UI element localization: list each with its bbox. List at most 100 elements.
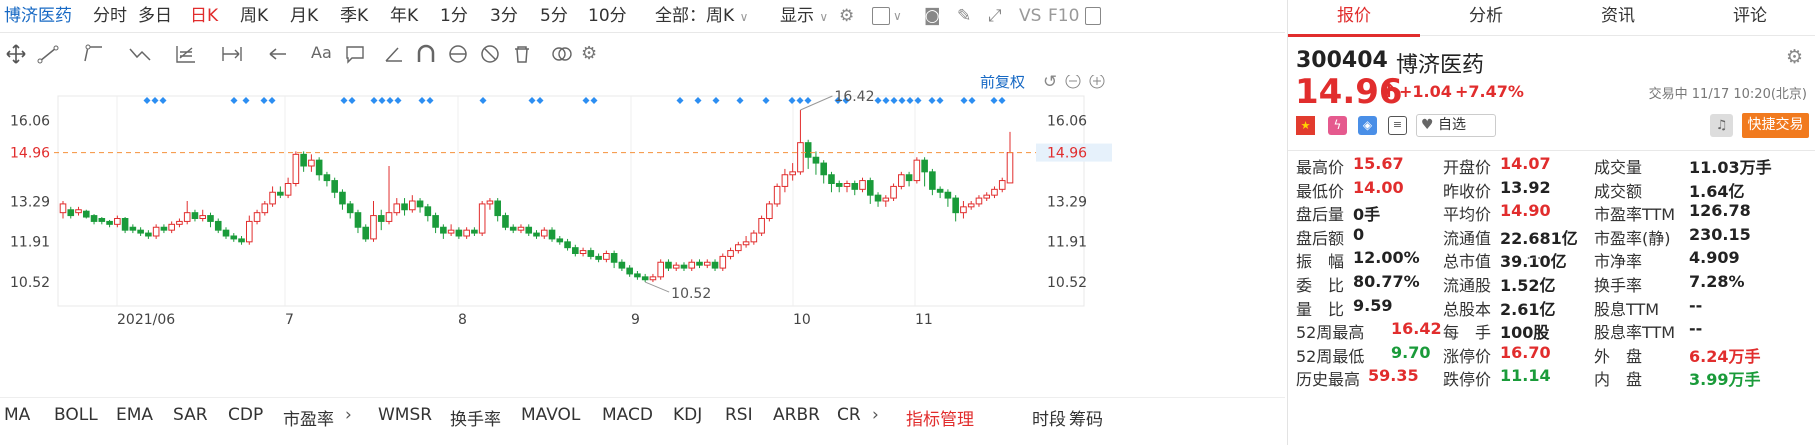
candle[interactable] xyxy=(634,273,641,278)
wave-tool-icon[interactable] xyxy=(128,43,152,65)
candle[interactable] xyxy=(960,206,967,214)
candle[interactable] xyxy=(377,215,385,222)
indicator-tab[interactable]: EMA xyxy=(116,405,153,425)
candle[interactable] xyxy=(750,232,758,243)
candle[interactable] xyxy=(766,203,773,220)
candle[interactable] xyxy=(323,174,331,182)
candle[interactable] xyxy=(929,171,936,190)
candle[interactable] xyxy=(393,203,401,214)
indicator-tab[interactable]: MA xyxy=(4,405,30,425)
candle[interactable] xyxy=(525,226,533,234)
period-tab[interactable]: 1分 xyxy=(440,5,468,27)
camera-icon[interactable]: ◙ xyxy=(924,5,941,27)
tab-analysis[interactable]: 分析 xyxy=(1420,0,1552,36)
candle[interactable] xyxy=(742,241,750,246)
candle[interactable] xyxy=(533,232,540,237)
candle[interactable] xyxy=(292,153,300,185)
tag-icon[interactable]: ◈ xyxy=(1358,116,1377,135)
period-tab[interactable]: 10分 xyxy=(588,5,627,27)
candle[interactable] xyxy=(711,261,719,269)
candle[interactable] xyxy=(183,212,191,222)
candle[interactable] xyxy=(424,206,432,217)
candle[interactable] xyxy=(300,153,307,167)
pencil-icon[interactable]: ✎ xyxy=(957,5,971,27)
candle[interactable] xyxy=(315,159,323,176)
candle[interactable] xyxy=(773,185,781,205)
candle[interactable] xyxy=(447,229,455,234)
candle[interactable] xyxy=(137,229,144,234)
candle[interactable] xyxy=(494,200,501,217)
link-draw-icon[interactable] xyxy=(446,43,470,65)
candle[interactable] xyxy=(556,238,564,243)
candle[interactable] xyxy=(129,226,137,231)
quick-trade-button[interactable]: 快捷交易 xyxy=(1742,113,1809,138)
hide-drawings-icon[interactable] xyxy=(478,43,502,65)
candle[interactable] xyxy=(463,229,470,237)
candle[interactable] xyxy=(680,264,688,269)
panel-toggle-icon[interactable] xyxy=(1085,7,1101,25)
candle[interactable] xyxy=(572,247,579,255)
comment-tool-icon[interactable] xyxy=(343,43,367,65)
fullscreen-icon[interactable]: ⤢ xyxy=(988,5,1002,27)
text-tool-icon[interactable]: Aa xyxy=(311,43,335,65)
candle[interactable] xyxy=(587,250,595,257)
candle[interactable] xyxy=(284,183,292,196)
candle[interactable] xyxy=(82,210,90,218)
indicator-tab[interactable]: BOLL xyxy=(54,405,98,425)
period-tab-active[interactable]: 日K xyxy=(190,5,218,27)
candle[interactable] xyxy=(890,185,897,199)
candle[interactable] xyxy=(641,276,649,281)
candle[interactable] xyxy=(975,197,983,205)
candle[interactable] xyxy=(277,191,284,196)
candle[interactable] xyxy=(121,218,129,231)
gear-icon[interactable]: ⚙ xyxy=(581,43,605,65)
indicator-tab[interactable]: ARBR xyxy=(773,405,820,425)
candle[interactable] xyxy=(160,226,168,231)
candle[interactable] xyxy=(595,255,602,260)
chevron-down-icon[interactable]: ∨ xyxy=(893,5,902,27)
candle[interactable] xyxy=(362,226,370,240)
candle[interactable] xyxy=(432,215,439,228)
candle[interactable] xyxy=(67,209,75,217)
candle[interactable] xyxy=(214,220,222,231)
indicator-tab[interactable]: 市盈率 xyxy=(283,405,334,430)
candle[interactable] xyxy=(797,142,804,173)
tab-comments[interactable]: 评论 xyxy=(1684,0,1815,36)
candle[interactable] xyxy=(152,226,160,237)
indicator-tab[interactable]: RSI xyxy=(725,405,753,425)
candle[interactable] xyxy=(245,220,253,243)
candle[interactable] xyxy=(199,215,207,219)
indicator-tab[interactable]: SAR xyxy=(173,405,208,425)
candle[interactable] xyxy=(564,241,571,249)
chevron-right-icon[interactable]: › xyxy=(345,405,352,425)
candle[interactable] xyxy=(603,253,610,260)
candle[interactable] xyxy=(455,229,463,237)
candle[interactable] xyxy=(346,203,354,214)
candle[interactable] xyxy=(440,226,447,234)
period-tab[interactable]: 年K xyxy=(390,5,418,27)
candle[interactable] xyxy=(354,212,362,228)
indicator-tab[interactable]: MACD xyxy=(602,405,653,425)
tab-quote[interactable]: 报价 xyxy=(1288,0,1420,37)
candle[interactable] xyxy=(106,220,113,225)
period-tab[interactable]: 月K xyxy=(290,5,318,27)
period-tab[interactable]: 周K xyxy=(240,5,268,27)
candle[interactable] xyxy=(874,194,882,202)
polyline-tool-icon[interactable] xyxy=(82,43,106,65)
candle[interactable] xyxy=(253,212,261,222)
candle[interactable] xyxy=(230,235,238,240)
candle[interactable] xyxy=(191,212,199,220)
candle[interactable] xyxy=(905,174,913,182)
candle[interactable] xyxy=(696,261,703,266)
indicator-tab[interactable]: CDP xyxy=(228,405,263,425)
note-icon[interactable]: ≡ xyxy=(1388,116,1407,135)
candle[interactable] xyxy=(486,200,494,205)
candle[interactable] xyxy=(967,203,975,208)
candle[interactable] xyxy=(921,159,928,173)
fib-tool-icon[interactable] xyxy=(174,43,198,65)
arrow-tool-icon[interactable] xyxy=(266,43,290,65)
adjust-toggle[interactable]: 前复权 xyxy=(980,73,1025,91)
candle[interactable] xyxy=(385,212,393,222)
candle[interactable] xyxy=(540,229,548,237)
candle[interactable] xyxy=(719,255,727,269)
